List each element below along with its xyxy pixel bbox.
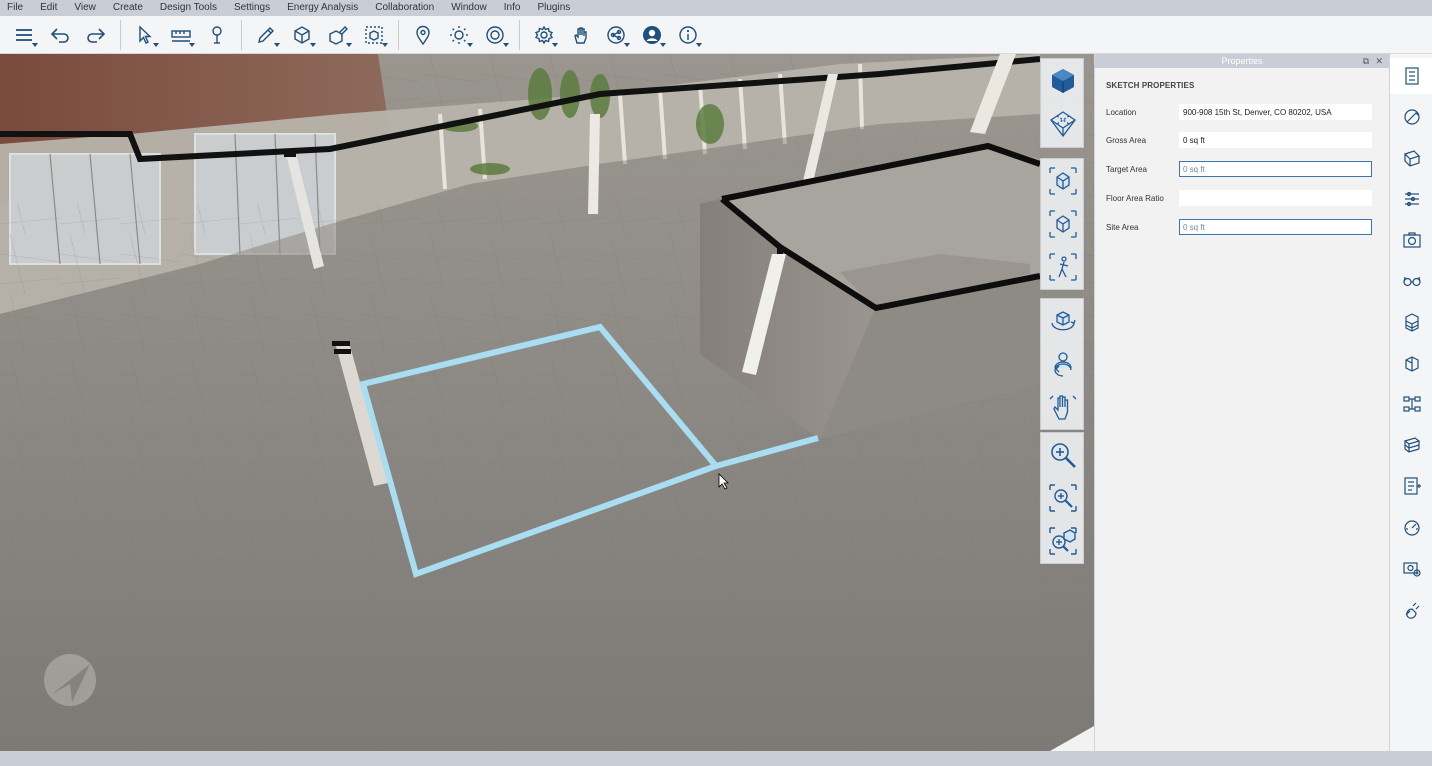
user-icon[interactable] — [634, 18, 670, 52]
dashboard-icon[interactable] — [1390, 509, 1432, 545]
perspective-icon[interactable] — [1041, 102, 1085, 145]
property-label: Gross Area — [1106, 136, 1147, 145]
property-row-target-area: Target Area 0 sq ft — [1095, 161, 1390, 179]
property-label: Location — [1106, 108, 1137, 117]
properties-panel: Properties ⧉ ✕ SKETCH PROPERTIES Locatio… — [1094, 54, 1389, 751]
redo-icon[interactable] — [78, 18, 114, 52]
property-row-site-area: Site Area 0 sq ft — [1095, 219, 1390, 237]
settings-icon[interactable] — [526, 18, 562, 52]
zoom-window-icon[interactable] — [1041, 476, 1085, 519]
pan-hand-icon[interactable] — [1041, 385, 1085, 428]
sketch-properties-heading: SKETCH PROPERTIES — [1106, 81, 1195, 90]
orbit-icon[interactable] — [1041, 299, 1085, 342]
draw-icon[interactable] — [248, 18, 284, 52]
paint-icon[interactable] — [199, 18, 235, 52]
formit-app: File Edit View Create Design Tools Setti… — [0, 0, 1432, 766]
person-walk-icon[interactable] — [1041, 245, 1085, 288]
menu-file[interactable]: File — [7, 0, 23, 16]
property-row-gross-area: Gross Area 0 sq ft — [1095, 132, 1390, 150]
scene-render — [0, 54, 1094, 751]
building-icon[interactable] — [1390, 304, 1432, 340]
walk-forward-icon[interactable] — [1041, 159, 1085, 202]
close-icon[interactable]: ✕ — [1375, 54, 1383, 68]
group-icon[interactable] — [356, 18, 392, 52]
target-area-input[interactable]: 0 sq ft — [1179, 161, 1372, 177]
camera-icon[interactable] — [1390, 222, 1432, 258]
edit-mass-icon[interactable] — [320, 18, 356, 52]
time-icon[interactable] — [477, 18, 513, 52]
menu-settings[interactable]: Settings — [234, 0, 270, 16]
location-field[interactable]: 900-908 15th St, Denver, CO 80202, USA — [1179, 104, 1372, 120]
glasses-icon[interactable] — [1390, 263, 1432, 299]
menu-info[interactable]: Info — [504, 0, 521, 16]
stacking-icon[interactable] — [1390, 427, 1432, 463]
menu-window[interactable]: Window — [451, 0, 487, 16]
nav-group-zoom — [1040, 432, 1084, 564]
turn-icon[interactable] — [1041, 342, 1085, 385]
menu-edit[interactable]: Edit — [40, 0, 57, 16]
properties-title: Properties — [1221, 56, 1263, 66]
toolbar-separator — [241, 19, 242, 50]
view-cube-icon[interactable] — [1041, 59, 1085, 102]
menu-collaboration[interactable]: Collaboration — [375, 0, 434, 16]
site-area-input[interactable]: 0 sq ft — [1179, 219, 1372, 235]
main-toolbar — [0, 16, 1432, 54]
add-mass-icon[interactable] — [284, 18, 320, 52]
toolbar-separator — [120, 19, 121, 50]
right-panel-strip — [1389, 54, 1432, 751]
materials-icon[interactable] — [1390, 140, 1432, 176]
menu-view[interactable]: View — [74, 0, 96, 16]
zoom-extents-icon[interactable] — [1041, 519, 1085, 562]
sun-icon[interactable] — [441, 18, 477, 52]
undock-icon[interactable]: ⧉ — [1363, 54, 1369, 68]
menu-create[interactable]: Create — [113, 0, 143, 16]
gesture-icon[interactable] — [562, 18, 598, 52]
property-label: Site Area — [1106, 223, 1139, 232]
share-icon[interactable] — [598, 18, 634, 52]
section-icon[interactable] — [1390, 345, 1432, 381]
info-icon[interactable] — [670, 18, 706, 52]
property-label: Floor Area Ratio — [1106, 194, 1164, 203]
menu-energy-analysis[interactable]: Energy Analysis — [287, 0, 358, 16]
location-icon[interactable] — [405, 18, 441, 52]
property-row-location: Location 900-908 15th St, Denver, CO 802… — [1095, 104, 1390, 122]
property-label: Target Area — [1106, 165, 1147, 174]
hierarchy-icon[interactable] — [1390, 386, 1432, 422]
property-row-floor-area-ratio: Floor Area Ratio — [1095, 190, 1390, 208]
3d-viewport[interactable] — [0, 54, 1094, 751]
measure-icon[interactable] — [163, 18, 199, 52]
camera-view-icon[interactable] — [1041, 202, 1085, 245]
report-icon[interactable] — [1390, 468, 1432, 504]
layers-panel-icon[interactable] — [1390, 181, 1432, 217]
gross-area-field: 0 sq ft — [1179, 132, 1372, 148]
menu-design-tools[interactable]: Design Tools — [160, 0, 217, 16]
undo-icon[interactable] — [42, 18, 78, 52]
menu-plugins[interactable]: Plugins — [537, 0, 570, 16]
screenshot-icon[interactable] — [1390, 550, 1432, 586]
nav-group-orbit — [1040, 298, 1084, 430]
plugin-icon[interactable] — [1390, 591, 1432, 627]
layers-icon[interactable] — [6, 18, 42, 52]
properties-panel-header: Properties ⧉ ✕ — [1095, 54, 1389, 68]
status-bar — [0, 751, 1432, 766]
properties-panel-icon[interactable] — [1390, 58, 1432, 94]
toolbar-separator — [519, 19, 520, 50]
nav-group-views — [1040, 58, 1084, 148]
nav-group-walk — [1040, 158, 1084, 290]
menu-bar: File Edit View Create Design Tools Setti… — [0, 0, 1432, 16]
sketch-icon[interactable] — [1390, 99, 1432, 135]
toolbar-separator — [398, 19, 399, 50]
floor-area-ratio-field — [1179, 190, 1372, 206]
zoom-icon[interactable] — [1041, 433, 1085, 476]
select-icon[interactable] — [127, 18, 163, 52]
